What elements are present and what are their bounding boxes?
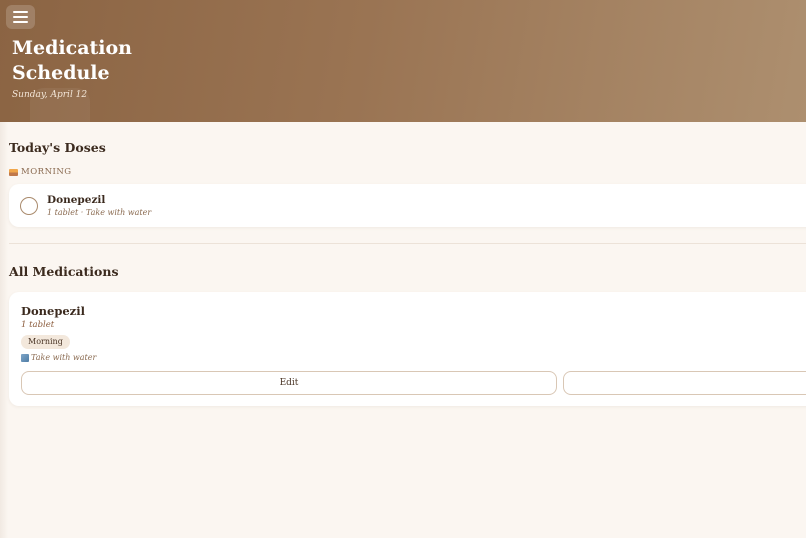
hamburger-icon (13, 16, 28, 18)
time-slot-label: MORNING (9, 167, 72, 177)
time-slot-text: MORNING (21, 167, 72, 177)
todays-doses-heading: Today's Doses (9, 140, 106, 155)
time-badge: Morning (21, 335, 70, 349)
side-shadow (0, 122, 8, 538)
menu-button[interactable] (6, 5, 35, 29)
dose-detail: 1 tablet · Take with water (47, 208, 152, 217)
section-divider (9, 243, 806, 244)
page-date: Sunday, April 12 (12, 90, 88, 100)
page-title: Medication Schedule (12, 37, 132, 84)
dose-checkbox[interactable] (20, 197, 38, 215)
medication-note: Take with water (21, 353, 96, 362)
page-header: Medication Schedule Sunday, April 12 (0, 0, 806, 122)
secondary-action-button[interactable] (563, 371, 806, 395)
all-medications-heading: All Medications (9, 264, 119, 279)
dose-name: Donepezil (47, 194, 106, 206)
note-icon (21, 353, 29, 362)
medication-name: Donepezil (21, 304, 85, 318)
dose-card[interactable]: Donepezil 1 tablet · Take with water (9, 184, 806, 227)
medication-card: Donepezil 1 tablet Morning Take with wat… (9, 292, 806, 406)
hamburger-icon (13, 11, 28, 13)
app-page: Medication Schedule Sunday, April 12 Tod… (0, 0, 806, 538)
medication-dose: 1 tablet (21, 320, 55, 330)
edit-button[interactable]: Edit (21, 371, 557, 395)
medication-note-text: Take with water (31, 353, 97, 362)
sunrise-icon (9, 168, 18, 176)
hamburger-icon (13, 21, 28, 23)
